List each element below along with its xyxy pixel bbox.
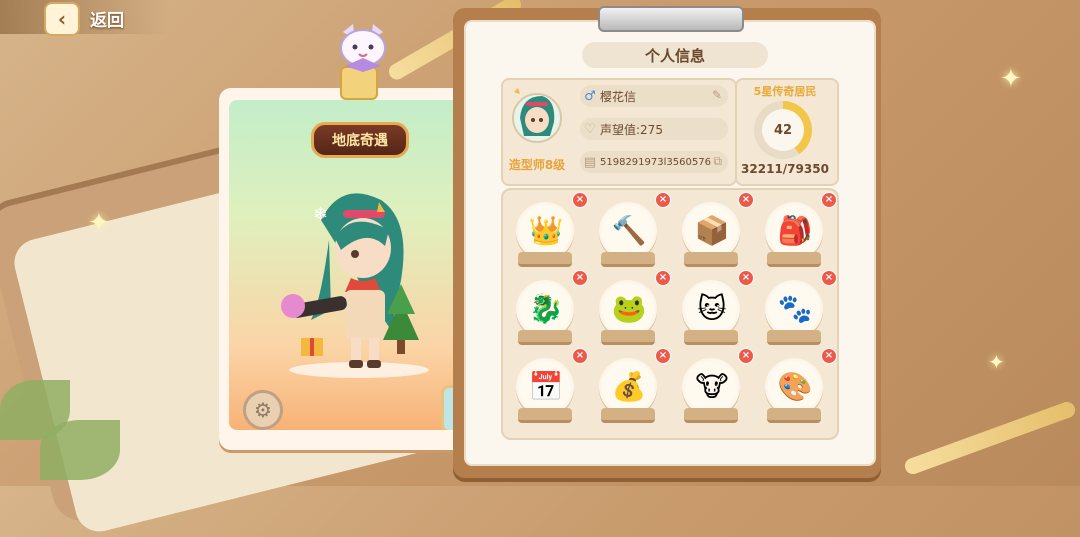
achievement-slot[interactable]: 🎨 × [757,348,837,426]
scene-badge: 地底奇遇 [311,122,409,158]
achievement-slot[interactable]: 🐮 × [674,348,754,426]
remove-icon[interactable]: × [821,192,837,208]
cow-field-icon: 🐮 [695,369,729,403]
fame-row: ♡ 声望值:275 [580,118,728,140]
remove-icon[interactable]: × [572,348,588,364]
gold-box-icon: 📦 [694,213,730,247]
hello-cat-icon: 🐱 [697,291,727,325]
player-name: 樱花信 [600,89,637,104]
calendar-icon: 📅 [528,369,564,403]
remove-icon[interactable]: × [738,192,754,208]
slot-pedestal [601,408,655,423]
clipboard-clip [598,6,744,32]
chevron-left-icon: ‹ [57,7,67,31]
coin-stack-icon: 💰 [611,369,647,403]
back-button[interactable]: ‹ [44,2,80,36]
remove-icon[interactable]: × [738,270,754,286]
achievement-slot[interactable]: 👑 × [508,192,588,270]
achievement-slot[interactable]: 🎒 × [757,192,837,270]
sparkle-icon: ✦ [988,350,1005,374]
exp-counter: 32211/79350 [741,162,829,176]
character-card: 地底奇遇 ❄ ⚙ 🪞 [219,88,492,450]
male-gender-icon: ♂ [584,88,596,104]
achievement-slot[interactable]: 🐱 × [674,270,754,348]
sparkle-icon: ✦ [1000,64,1022,94]
ribbon-decoration [902,399,1078,477]
blue-cat-icon: 🐾 [777,291,813,325]
slot-pedestal [601,252,655,267]
fame-value: 声望值:275 [600,122,663,137]
uid-row: ▤ 5198291973l3560576 ⧉ [580,151,728,173]
backpack-icon: 🎒 [777,213,813,247]
slot-pedestal [684,252,738,267]
remove-icon[interactable]: × [655,270,671,286]
slot-pedestal [767,408,821,423]
character-stage: 地底奇遇 ❄ ⚙ 🪞 [229,100,482,430]
slot-pedestal [601,330,655,345]
panel-title: 个人信息 [582,42,768,68]
achievement-slot[interactable]: 🐉 × [508,270,588,348]
top-bar [0,0,170,34]
cat-mascot-icon [340,24,386,72]
remove-icon[interactable]: × [655,348,671,364]
remove-icon[interactable]: × [572,270,588,286]
player-uid: 5198291973l3560576 [600,156,711,168]
level-number: 42 [762,109,804,151]
player-avatar[interactable] [512,88,562,144]
heart-icon: ♡ [584,121,596,137]
achievement-slot[interactable]: 💰 × [591,348,671,426]
slot-pedestal [518,252,572,267]
achievement-slot[interactable]: 🔨 × [591,192,671,270]
slot-pedestal [518,408,572,423]
remove-icon[interactable]: × [572,192,588,208]
remove-icon[interactable]: × [655,192,671,208]
crystal-hammer-icon: 🔨 [611,213,647,247]
slot-pedestal [518,330,572,345]
slot-pedestal [767,330,821,345]
gear-icon: ⚙ [254,398,272,422]
remove-icon[interactable]: × [821,270,837,286]
achievement-slot[interactable]: 🐸 × [591,270,671,348]
back-label[interactable]: 返回 [90,6,124,31]
slot-pedestal [684,408,738,423]
edit-icon[interactable]: ✎ [712,88,722,102]
leaf-decoration [40,420,120,480]
svg-text:❄: ❄ [313,204,328,225]
achievement-slot[interactable]: 🐾 × [757,270,837,348]
slot-pedestal [767,252,821,267]
stylist-level: 造型师8级 [508,158,566,172]
paint-canvas-icon: 🎨 [777,369,813,403]
green-frog-icon: 🐸 [611,291,647,325]
id-card-icon: ▤ [583,154,597,170]
settings-button[interactable]: ⚙ [243,390,283,430]
player-name-row: ♂ 樱花信 ✎ [580,85,728,107]
achievement-slot[interactable]: 📅 × [508,348,588,426]
remove-icon[interactable]: × [738,348,754,364]
copy-icon[interactable]: ⧉ [713,154,722,169]
character-avatar: ❄ [281,193,429,378]
sparkle-icon: ✦ [88,208,110,238]
achievement-slot[interactable]: 📦 × [674,192,754,270]
rank-title: 5星传奇居民 [753,85,817,98]
remove-icon[interactable]: × [821,348,837,364]
crown-cushion-icon: 👑 [528,213,564,247]
slot-pedestal [684,330,738,345]
golden-dragon-icon: 🐉 [528,291,564,325]
level-progress-ring: 42 [754,101,812,159]
